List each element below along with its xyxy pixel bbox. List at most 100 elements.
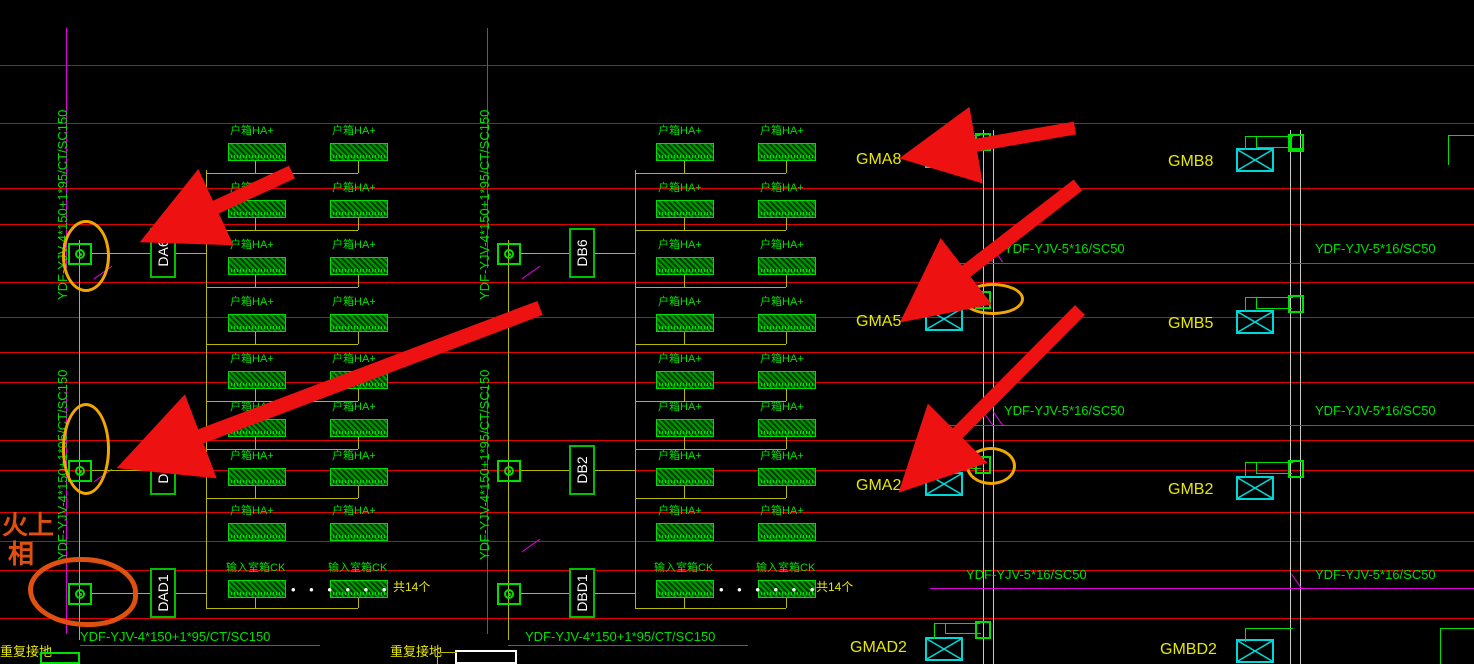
ground-terminal-box[interactable] bbox=[40, 652, 80, 664]
meter-box[interactable] bbox=[228, 143, 286, 161]
gm-panel-symbol[interactable] bbox=[1236, 148, 1274, 172]
drop-line bbox=[255, 389, 256, 401]
main-bus bbox=[508, 645, 748, 646]
branch-bus bbox=[930, 263, 1474, 264]
panel-label-GMAD2: GMAD2 bbox=[850, 639, 907, 656]
meter-box[interactable] bbox=[758, 200, 816, 218]
meter-box[interactable] bbox=[330, 371, 388, 389]
meter-box[interactable] bbox=[330, 468, 388, 486]
gm-panel-symbol[interactable] bbox=[925, 307, 963, 331]
drop-line bbox=[255, 275, 256, 287]
connector-line bbox=[934, 623, 980, 624]
service-box[interactable] bbox=[656, 580, 714, 598]
meter-box[interactable] bbox=[758, 143, 816, 161]
meter-box[interactable] bbox=[330, 200, 388, 218]
handwritten-note: 相 bbox=[8, 539, 35, 569]
grid-line bbox=[0, 541, 1474, 542]
ground-terminal-box[interactable] bbox=[455, 650, 517, 664]
meter-box[interactable] bbox=[330, 419, 388, 437]
drop-line bbox=[684, 218, 685, 230]
meter-box[interactable] bbox=[228, 257, 286, 275]
drop-line bbox=[358, 275, 359, 287]
drop-line bbox=[255, 161, 256, 173]
meter-box[interactable] bbox=[228, 523, 286, 541]
drop-line bbox=[684, 332, 685, 344]
meter-box[interactable] bbox=[228, 468, 286, 486]
junction-dot-icon bbox=[507, 469, 511, 473]
gm-panel-symbol[interactable] bbox=[925, 144, 963, 168]
junction-box[interactable] bbox=[1288, 295, 1304, 313]
meter-box[interactable] bbox=[758, 419, 816, 437]
cad-drawing-canvas[interactable]: YDF-YJV-4*150+1*95/CT/SC150 YDF-YJV-4*15… bbox=[0, 0, 1474, 664]
meter-box[interactable] bbox=[330, 143, 388, 161]
junction-box[interactable] bbox=[1288, 460, 1304, 478]
connector-line bbox=[521, 470, 569, 471]
connector-line bbox=[945, 135, 946, 146]
branch-line bbox=[635, 344, 786, 345]
panel-DBD1[interactable]: DBD1 bbox=[569, 568, 595, 618]
meter-box[interactable] bbox=[656, 314, 714, 332]
meter-box[interactable] bbox=[656, 523, 714, 541]
meter-box[interactable] bbox=[758, 371, 816, 389]
shaft-line bbox=[993, 130, 994, 664]
connector-line bbox=[1245, 462, 1246, 478]
meter-box[interactable] bbox=[228, 200, 286, 218]
junction-box[interactable] bbox=[975, 133, 991, 151]
meter-box-label: 户箱HA+ bbox=[760, 401, 804, 413]
bus-tick bbox=[993, 411, 1003, 426]
gm-panel-symbol[interactable] bbox=[925, 472, 963, 496]
meter-box[interactable] bbox=[330, 314, 388, 332]
meter-box[interactable] bbox=[656, 419, 714, 437]
panel-label-GMA8: GMA8 bbox=[856, 151, 902, 168]
meter-box[interactable] bbox=[656, 468, 714, 486]
x-cross-icon bbox=[927, 639, 961, 659]
meter-box-label: 户箱HA+ bbox=[760, 296, 804, 308]
junction-box[interactable] bbox=[1290, 134, 1304, 150]
panel-DB2[interactable]: DB2 bbox=[569, 445, 595, 495]
panel-label-GMA5: GMA5 bbox=[856, 313, 902, 330]
drop-line bbox=[255, 332, 256, 344]
riser-junction-symbol[interactable] bbox=[497, 243, 521, 265]
connector-line bbox=[1448, 135, 1474, 136]
meter-box-label: 户箱HA+ bbox=[760, 125, 804, 137]
x-cross-icon bbox=[1238, 478, 1272, 498]
riser-junction-symbol[interactable] bbox=[497, 460, 521, 482]
branch-line bbox=[206, 287, 358, 288]
panel-label-GMB5: GMB5 bbox=[1168, 315, 1214, 332]
meter-box[interactable] bbox=[656, 143, 714, 161]
panel-DA6[interactable]: DA6 bbox=[150, 228, 176, 278]
meter-box[interactable] bbox=[228, 314, 286, 332]
meter-box[interactable] bbox=[330, 257, 388, 275]
meter-box[interactable] bbox=[656, 371, 714, 389]
panel-DAD1[interactable]: DAD1 bbox=[150, 568, 176, 618]
connector-line bbox=[934, 293, 935, 309]
x-cross-icon bbox=[927, 309, 961, 329]
panel-DB6[interactable]: DB6 bbox=[569, 228, 595, 278]
meter-box[interactable] bbox=[330, 523, 388, 541]
connector-line bbox=[1245, 462, 1293, 463]
meter-box-label: 户箱HA+ bbox=[658, 450, 702, 462]
meter-box[interactable] bbox=[758, 314, 816, 332]
meter-box[interactable] bbox=[228, 371, 286, 389]
junction-box[interactable] bbox=[975, 621, 991, 639]
meter-box-label: 户箱HA+ bbox=[658, 353, 702, 365]
meter-box[interactable] bbox=[656, 257, 714, 275]
service-box-label: 输入室箱CK bbox=[756, 562, 816, 574]
grid-line bbox=[0, 282, 1474, 283]
connector-line bbox=[1256, 462, 1257, 474]
service-box[interactable] bbox=[228, 580, 286, 598]
panel-DA2[interactable]: DA2 bbox=[150, 445, 176, 495]
gm-panel-symbol[interactable] bbox=[1236, 310, 1274, 334]
meter-box-label: 户箱HA+ bbox=[230, 401, 274, 413]
meter-box-label: 户箱HA+ bbox=[230, 125, 274, 137]
meter-box[interactable] bbox=[656, 200, 714, 218]
gm-panel-symbol[interactable] bbox=[1236, 639, 1274, 663]
gm-panel-symbol[interactable] bbox=[1236, 476, 1274, 500]
meter-box[interactable] bbox=[228, 419, 286, 437]
gm-panel-symbol[interactable] bbox=[925, 637, 963, 661]
meter-box[interactable] bbox=[758, 523, 816, 541]
riser-junction-symbol[interactable] bbox=[497, 583, 521, 605]
meter-box-label: 户箱HA+ bbox=[230, 296, 274, 308]
meter-box[interactable] bbox=[758, 257, 816, 275]
meter-box[interactable] bbox=[758, 468, 816, 486]
